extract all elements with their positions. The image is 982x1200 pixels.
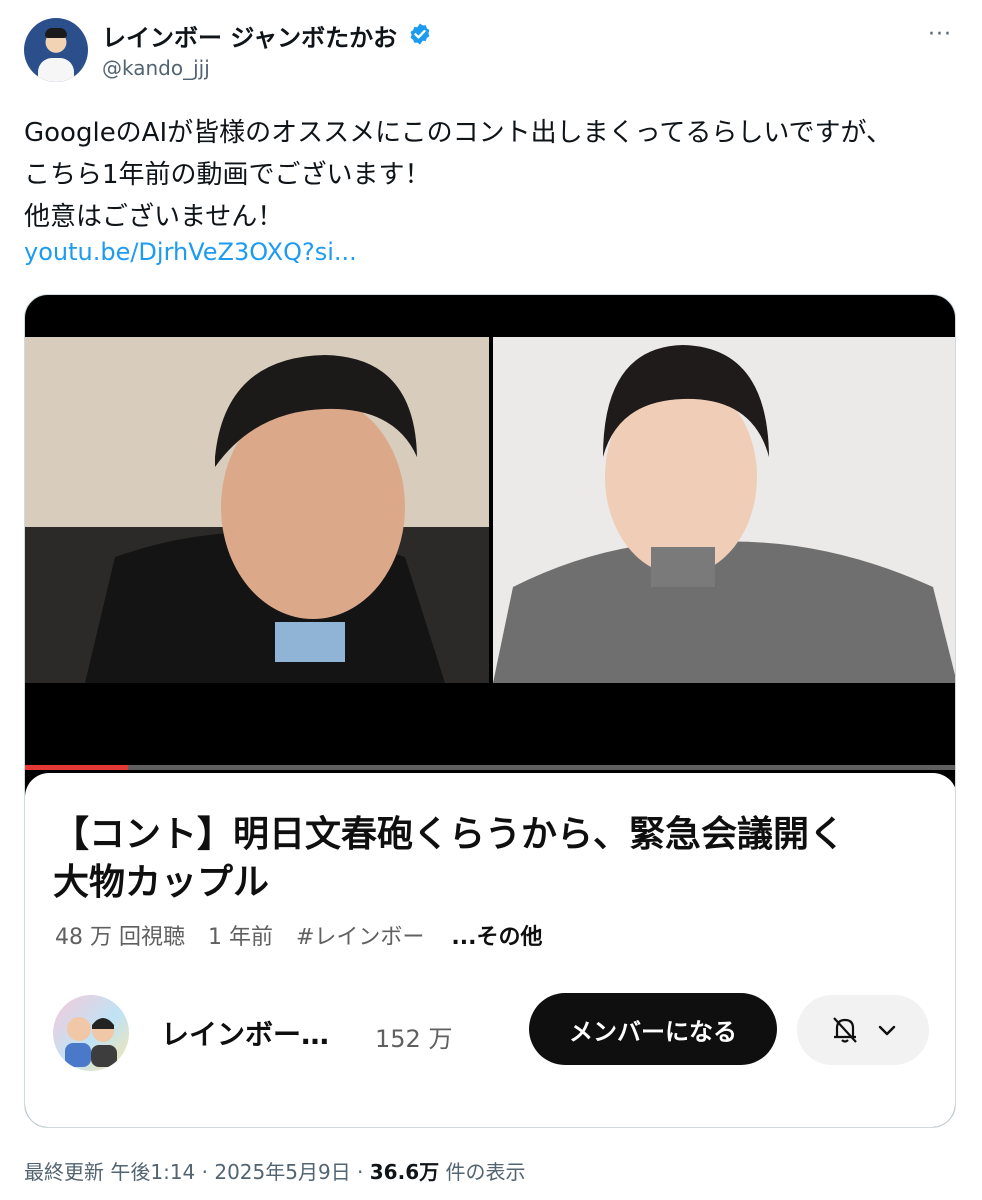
upload-age: 1 年前	[207, 925, 273, 950]
video-progress-fill	[25, 765, 128, 770]
video-progress-bar[interactable]	[25, 765, 955, 770]
join-membership-button[interactable]: メンバーになる	[529, 993, 777, 1065]
tweet-footer: 最終更新 午後1:14 · 2025年5月9日 · 36.6万 件の表示	[24, 1156, 525, 1185]
chevron-down-icon	[878, 1025, 896, 1036]
tweet-line: 他意はございません！	[24, 202, 284, 232]
author-handle[interactable]: @kando_jjj	[102, 56, 210, 80]
avatar-hair	[45, 28, 67, 38]
tweet-text: GoogleのAIが皆様のオススメにこのコント出しまくってるらしいですが、 こち…	[24, 112, 954, 238]
channel-avatar[interactable]	[53, 995, 129, 1071]
video-thumbnail[interactable]	[25, 337, 955, 683]
hashtag-link[interactable]: #レインボー	[296, 925, 424, 950]
youtube-link[interactable]: youtu.be/DjrhVeZ3OXQ?si...	[24, 238, 357, 266]
video-left-frame	[25, 337, 489, 683]
video-title[interactable]: 【コント】明日文春砲くらうから、緊急会議開く 大物カップル	[53, 811, 933, 907]
bell-off-icon	[833, 1017, 857, 1043]
video-meta: 48 万 回視聴 1 年前 #レインボー ...その他	[55, 919, 559, 951]
verified-badge-icon	[410, 23, 430, 45]
description-more[interactable]: ...その他	[451, 925, 542, 950]
author-display-name[interactable]: レインボー ジャンボたかお	[102, 18, 397, 53]
tweet-line: GoogleのAIが皆様のオススメにこのコント出しまくってるらしいですが、	[24, 118, 893, 148]
video-info-panel: 【コント】明日文春砲くらうから、緊急会議開く 大物カップル 48 万 回視聴 1…	[25, 773, 955, 1127]
avatar-shirt	[38, 58, 74, 82]
tweet-line: こちら1年前の動画でございます！	[24, 160, 431, 190]
notification-button[interactable]	[797, 995, 929, 1065]
impressions-count: 36.6万	[369, 1160, 440, 1184]
view-count: 48 万 回視聴	[55, 925, 185, 950]
subscriber-count: 152 万	[375, 1025, 453, 1053]
channel-name[interactable]: レインボー…	[161, 1013, 329, 1053]
video-title-line: 【コント】明日文春砲くらうから、緊急会議開く	[53, 814, 846, 855]
more-icon[interactable]: ···	[928, 22, 952, 47]
impressions-label: 件の表示	[439, 1160, 526, 1184]
timestamp[interactable]: 最終更新 午後1:14 · 2025年5月9日 ·	[24, 1160, 370, 1184]
video-card[interactable]: 【コント】明日文春砲くらうから、緊急会議開く 大物カップル 48 万 回視聴 1…	[24, 294, 956, 1128]
video-title-line: 大物カップル	[53, 862, 270, 903]
video-right-frame	[493, 337, 955, 683]
author-avatar[interactable]	[24, 18, 88, 82]
